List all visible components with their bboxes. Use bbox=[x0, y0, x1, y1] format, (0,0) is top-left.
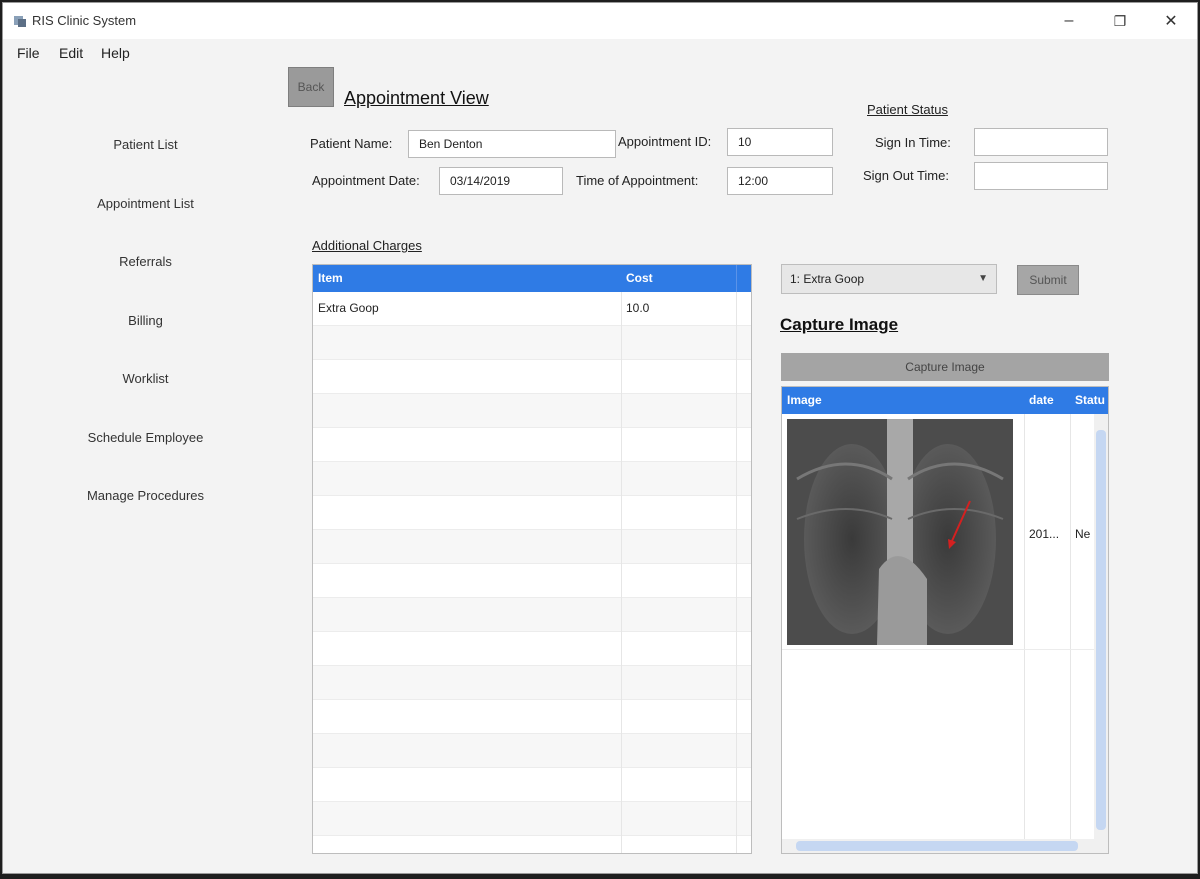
table-row[interactable] bbox=[313, 598, 751, 632]
title-bar: RIS Clinic System – ❐ ✕ bbox=[3, 3, 1197, 39]
vertical-scrollbar[interactable] bbox=[1094, 414, 1108, 853]
xray-thumbnail[interactable] bbox=[787, 419, 1013, 645]
image-table-header: Image date Statu bbox=[782, 387, 1108, 414]
window-title: RIS Clinic System bbox=[32, 13, 137, 28]
horizontal-scrollbar[interactable] bbox=[782, 839, 1096, 853]
nav-schedule-employee[interactable]: Schedule Employee bbox=[63, 430, 228, 445]
table-row[interactable] bbox=[313, 462, 751, 496]
table-row[interactable] bbox=[313, 700, 751, 734]
table-row[interactable] bbox=[313, 394, 751, 428]
table-row[interactable] bbox=[313, 326, 751, 360]
time-of-appointment-label: Time of Appointment: bbox=[576, 173, 699, 188]
page-title: Appointment View bbox=[344, 88, 489, 108]
sign-in-time-field[interactable] bbox=[974, 128, 1108, 156]
image-date-cell: 201... bbox=[1029, 527, 1060, 541]
image-status-cell: Ne bbox=[1075, 527, 1091, 541]
menu-file[interactable]: File bbox=[17, 45, 40, 61]
minimize-button[interactable]: – bbox=[1044, 3, 1094, 39]
column-header-image[interactable]: Image bbox=[782, 387, 1024, 414]
horizontal-scroll-thumb[interactable] bbox=[796, 841, 1078, 851]
sign-out-time-label: Sign Out Time: bbox=[863, 168, 949, 183]
table-row[interactable] bbox=[313, 802, 751, 836]
nav-appointment-list[interactable]: Appointment List bbox=[63, 196, 228, 211]
cell-cost: 10.0 bbox=[626, 301, 650, 315]
charges-table[interactable]: Item Cost Extra Goop 10.0 bbox=[312, 264, 752, 854]
column-divider bbox=[1024, 414, 1025, 853]
vertical-scroll-thumb[interactable] bbox=[1096, 430, 1106, 830]
row-divider bbox=[782, 649, 1096, 650]
menu-bar bbox=[3, 39, 1197, 67]
image-table[interactable]: Image date Statu 201... Ne bbox=[781, 386, 1109, 854]
table-row[interactable] bbox=[313, 768, 751, 802]
additional-charges-heading: Additional Charges bbox=[312, 238, 422, 253]
cell-item: Extra Goop bbox=[318, 301, 379, 315]
appointment-date-label: Appointment Date: bbox=[312, 173, 420, 188]
table-row[interactable] bbox=[313, 360, 751, 394]
chevron-down-icon: ▼ bbox=[978, 273, 988, 284]
nav-referrals[interactable]: Referrals bbox=[63, 254, 228, 269]
table-row[interactable] bbox=[313, 530, 751, 564]
table-row[interactable] bbox=[313, 666, 751, 700]
capture-image-button[interactable]: Capture Image bbox=[781, 353, 1109, 381]
column-divider bbox=[736, 292, 737, 853]
charge-select[interactable]: 1: Extra Goop ▼ bbox=[781, 264, 997, 294]
menu-edit[interactable]: Edit bbox=[59, 45, 83, 61]
appointment-id-field[interactable]: 10 bbox=[727, 128, 833, 156]
nav-manage-procedures[interactable]: Manage Procedures bbox=[63, 488, 228, 503]
submit-button[interactable]: Submit bbox=[1017, 265, 1079, 295]
patient-name-label: Patient Name: bbox=[310, 136, 393, 151]
capture-image-heading: Capture Image bbox=[780, 315, 899, 334]
column-header-status[interactable]: Statu bbox=[1070, 387, 1108, 414]
appointment-id-label: Appointment ID: bbox=[618, 134, 712, 149]
nav-worklist[interactable]: Worklist bbox=[63, 371, 228, 386]
nav-patient-list[interactable]: Patient List bbox=[63, 137, 228, 152]
patient-status-heading: Patient Status bbox=[867, 102, 948, 117]
column-divider bbox=[1070, 414, 1071, 853]
sign-out-time-field[interactable] bbox=[974, 162, 1108, 190]
column-header-item[interactable]: Item bbox=[313, 265, 621, 292]
charges-table-header: Item Cost bbox=[313, 265, 751, 292]
table-row[interactable] bbox=[313, 632, 751, 666]
menu-help[interactable]: Help bbox=[101, 45, 130, 61]
sign-in-time-label: Sign In Time: bbox=[875, 135, 951, 150]
table-row[interactable] bbox=[313, 564, 751, 598]
table-row[interactable] bbox=[313, 836, 751, 853]
close-button[interactable]: ✕ bbox=[1146, 3, 1196, 39]
charges-rows: Extra Goop 10.0 bbox=[313, 292, 751, 853]
back-button[interactable]: Back bbox=[288, 67, 334, 107]
app-icon bbox=[14, 16, 26, 27]
maximize-button[interactable]: ❐ bbox=[1095, 3, 1145, 39]
table-row[interactable] bbox=[313, 428, 751, 462]
column-divider bbox=[621, 292, 622, 853]
column-header-date[interactable]: date bbox=[1024, 387, 1070, 414]
table-row[interactable] bbox=[313, 734, 751, 768]
table-row[interactable] bbox=[313, 496, 751, 530]
app-window: RIS Clinic System – ❐ ✕ File Edit Help P… bbox=[2, 2, 1198, 874]
appointment-date-field[interactable]: 03/14/2019 bbox=[439, 167, 563, 195]
charge-select-value: 1: Extra Goop bbox=[790, 272, 865, 286]
patient-name-field[interactable]: Ben Denton bbox=[408, 130, 616, 158]
time-of-appointment-field[interactable]: 12:00 bbox=[727, 167, 833, 195]
table-row[interactable]: Extra Goop 10.0 bbox=[313, 292, 751, 326]
header-divider bbox=[736, 265, 737, 292]
nav-billing[interactable]: Billing bbox=[63, 313, 228, 328]
column-header-cost[interactable]: Cost bbox=[621, 265, 736, 292]
